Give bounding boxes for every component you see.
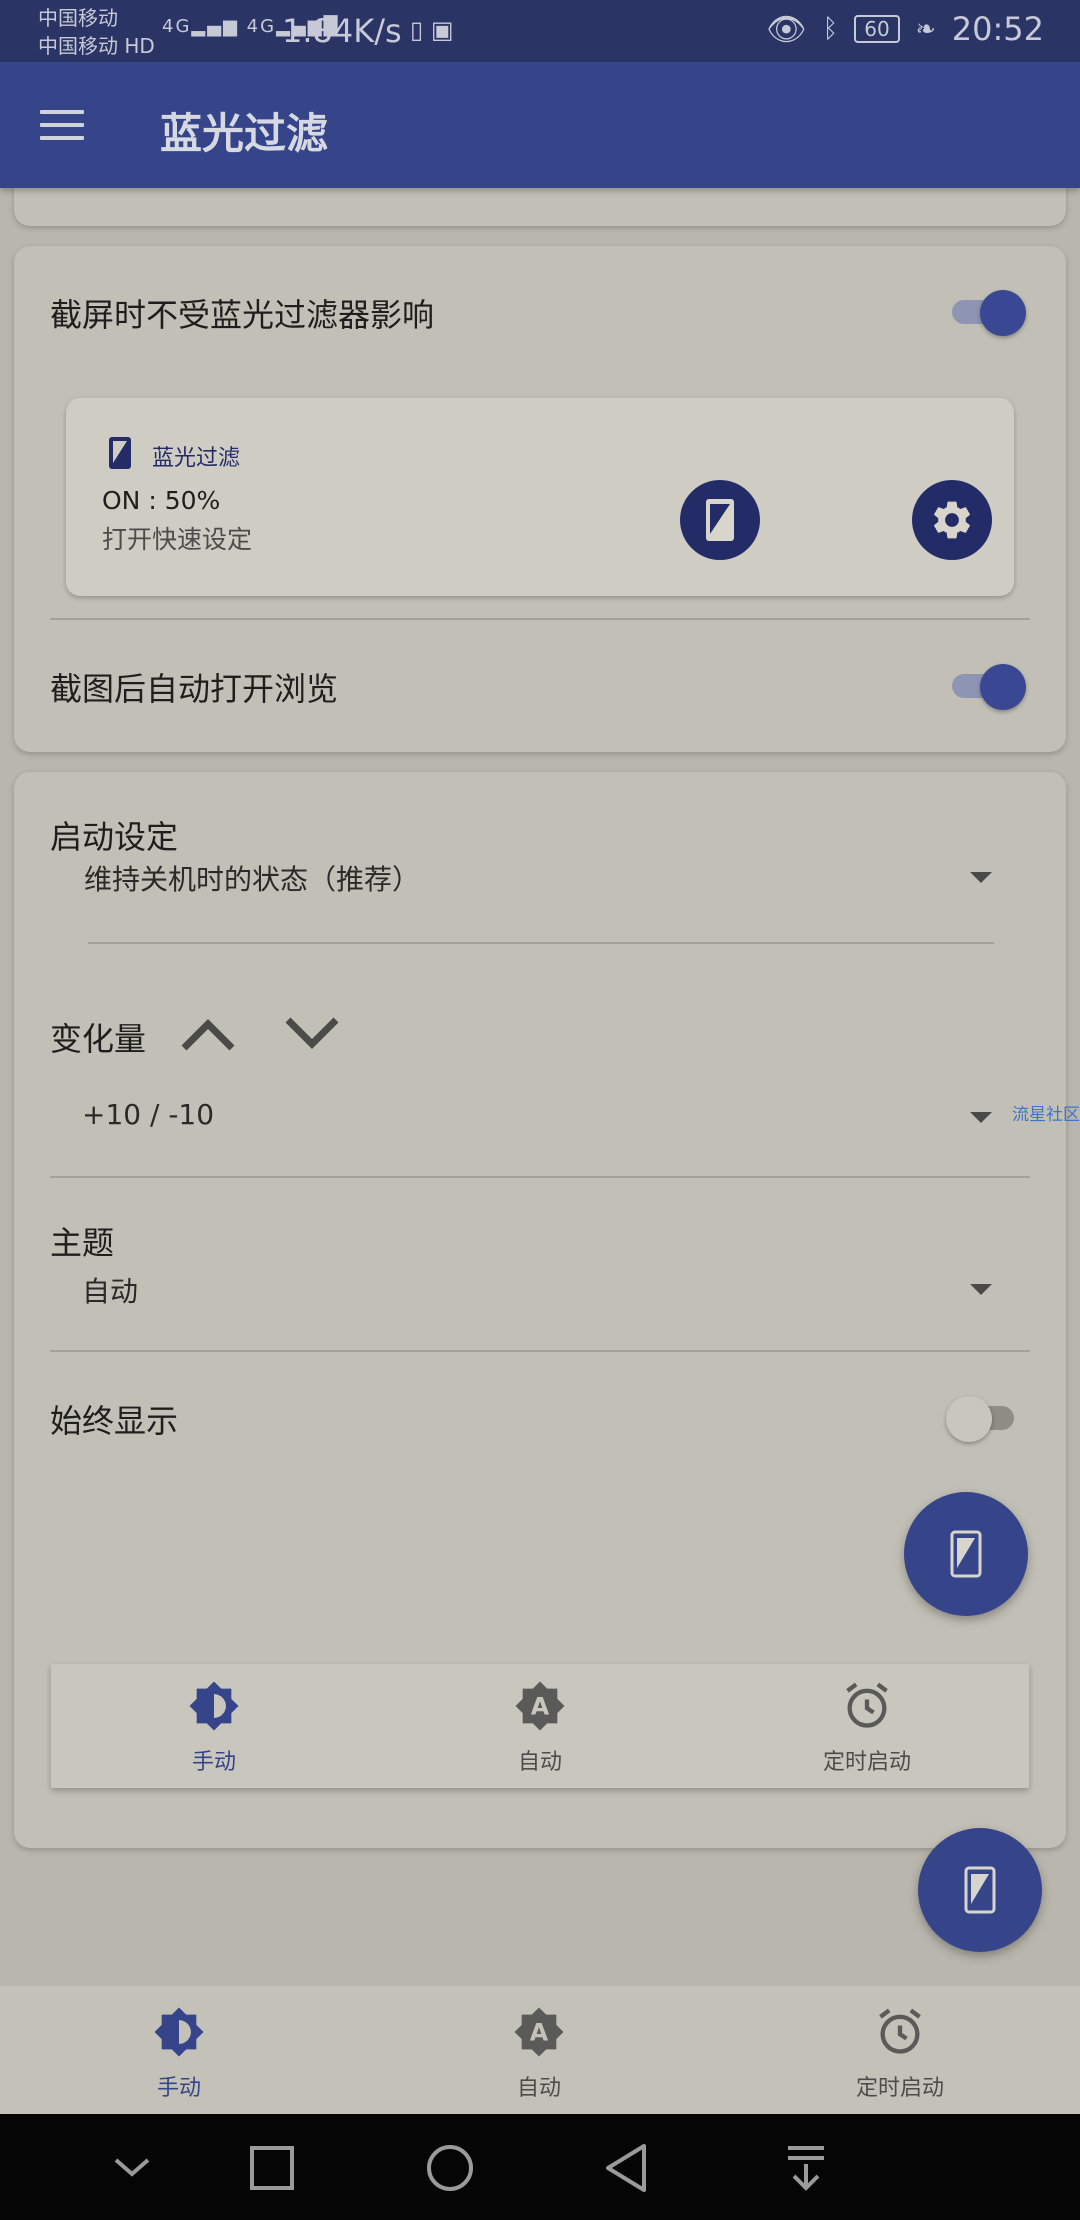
chevron-down-icon — [970, 1112, 992, 1123]
watermark: 流星社区 — [1012, 1105, 1080, 1125]
carrier-2: 中国移动 HD — [38, 34, 155, 58]
divider — [50, 1176, 1030, 1178]
svg-text:A: A — [531, 1693, 550, 1721]
status-bar: 中国移动 中国移动 HD 4G▂▄▆ 4G▂▄▆█ 1.84K/s ▯ ▣ 👁 … — [0, 0, 1080, 62]
leaf-icon: ❧ — [915, 15, 936, 43]
bottom-tab-auto[interactable]: A 自动 — [486, 2006, 592, 2102]
startup-label: 启动设定 — [50, 818, 179, 856]
divider — [50, 618, 1030, 620]
theme-value: 自动 — [82, 1275, 139, 1308]
toggle-filter-button[interactable] — [680, 480, 760, 560]
divider — [88, 942, 994, 944]
chevron-down-icon — [970, 872, 992, 883]
brightness-half-icon — [154, 2007, 204, 2057]
system-navigation-bar — [0, 2114, 1080, 2220]
theme-dropdown[interactable]: 自动 — [66, 1270, 1010, 1320]
screenshot-settings-card: 截屏时不受蓝光过滤器影响 蓝光过滤 ON : 50% 打开快速设定 截图后自动打… — [14, 246, 1066, 752]
settings-button[interactable] — [912, 480, 992, 560]
startup-value: 维持关机时的状态（推荐） — [84, 863, 421, 896]
increase-arrow-icon[interactable] — [178, 1016, 238, 1052]
back-icon[interactable] — [600, 2140, 656, 2196]
battery-icon: 60 — [854, 15, 900, 43]
home-icon[interactable] — [422, 2140, 478, 2196]
decrease-arrow-icon[interactable] — [282, 1016, 342, 1052]
alarm-icon — [879, 2008, 921, 2054]
status-right: 👁 ᛒ 60 ❧ 20:52 — [766, 10, 1044, 48]
notification-status: ON : 50% — [102, 486, 221, 515]
inner-tab-schedule[interactable]: 定时启动 — [797, 1680, 937, 1776]
always-show-label: 始终显示 — [50, 1402, 179, 1440]
inner-filter-fab[interactable] — [904, 1492, 1028, 1616]
startup-dropdown[interactable]: 维持关机时的状态（推荐） — [70, 858, 1010, 908]
notification-pulldown-icon[interactable] — [778, 2140, 834, 2196]
phone-filter-icon — [950, 1530, 982, 1578]
brightness-auto-icon: A — [515, 1681, 565, 1731]
phone-icon — [109, 437, 131, 469]
alarm-icon — [846, 1682, 888, 1728]
brightness-half-icon — [189, 1681, 239, 1731]
always-show-switch[interactable] — [946, 1396, 1018, 1442]
hamburger-menu-icon[interactable] — [40, 110, 84, 140]
bottom-navigation: 手动 A 自动 定时启动 — [0, 1986, 1080, 2114]
carrier-info: 中国移动 中国移动 HD — [38, 4, 155, 60]
change-amount-value: +10 / -10 — [82, 1098, 215, 1131]
screenshot-unaffected-label: 截屏时不受蓝光过滤器影响 — [50, 296, 435, 334]
svg-text:A: A — [530, 2019, 549, 2047]
phone-filter-icon — [964, 1866, 996, 1914]
brightness-auto-icon: A — [514, 2007, 564, 2057]
inner-tab-bar: 手动 A 自动 定时启动 — [51, 1664, 1029, 1788]
recents-icon[interactable] — [244, 2140, 300, 2196]
clock: 20:52 — [951, 10, 1044, 48]
filter-fab[interactable] — [918, 1828, 1042, 1952]
gear-icon — [934, 501, 970, 539]
inner-tab-auto[interactable]: A 自动 — [487, 1680, 593, 1776]
eye-icon: 👁 — [765, 10, 807, 48]
theme-label: 主题 — [50, 1224, 115, 1262]
auto-open-switch[interactable] — [952, 664, 1026, 710]
inner-tab-manual[interactable]: 手动 — [161, 1680, 267, 1776]
change-amount-dropdown[interactable]: +10 / -10 — [66, 1098, 1010, 1148]
auto-open-label: 截图后自动打开浏览 — [50, 670, 339, 708]
chevron-down-icon[interactable] — [104, 2140, 160, 2196]
bluetooth-icon: ᛒ — [822, 14, 839, 44]
divider — [50, 1350, 1030, 1352]
notification-subtitle: 打开快速设定 — [102, 525, 253, 554]
chevron-down-icon — [970, 1284, 992, 1295]
bottom-tab-manual[interactable]: 手动 — [126, 2006, 232, 2102]
notification-icons: ▯ ▣ — [410, 16, 454, 44]
notification-preview[interactable]: 蓝光过滤 ON : 50% 打开快速设定 — [66, 398, 1014, 596]
carrier-1: 中国移动 — [38, 6, 118, 30]
phone-filter-icon — [706, 499, 734, 541]
page-title: 蓝光过滤 — [160, 109, 329, 158]
change-amount-label: 变化量 — [50, 1020, 147, 1058]
screenshot-unaffected-switch[interactable] — [952, 290, 1026, 336]
bottom-tab-schedule[interactable]: 定时启动 — [830, 2006, 970, 2102]
notification-app-name: 蓝光过滤 — [152, 446, 241, 471]
app-bar: 蓝光过滤 — [0, 62, 1080, 188]
network-speed: 1.84K/s — [282, 12, 402, 50]
